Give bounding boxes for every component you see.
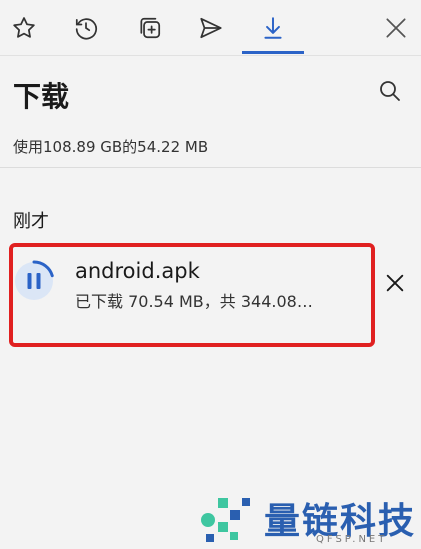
panel-tab-bar [0,0,421,55]
history-icon[interactable] [72,14,100,42]
collections-icon[interactable] [136,14,164,42]
download-progress-text: 已下载 70.54 MB，共 344.08… [75,292,313,311]
storage-divider [0,167,421,168]
download-icon[interactable] [259,14,287,42]
watermark-subtext: QFSP.NET [316,534,388,545]
active-tab-indicator [242,51,304,54]
send-icon[interactable] [197,14,225,42]
storage-usage-text: 使用108.89 GB的54.22 MB [13,138,209,156]
file-name: android.apk [75,259,200,283]
pause-icon[interactable] [13,260,55,302]
section-label-recent: 刚才 [13,211,49,232]
watermark: 量链科技 QFSP.NET [198,490,421,549]
remove-download-icon[interactable] [382,270,408,296]
star-icon[interactable] [10,14,38,42]
tab-bar-divider [0,55,421,56]
download-item[interactable]: android.apk 已下载 70.54 MB，共 344.08… [0,243,421,353]
search-icon[interactable] [376,77,404,105]
close-icon[interactable] [382,14,410,42]
page-title: 下载 [13,80,70,113]
watermark-logo [201,498,250,542]
